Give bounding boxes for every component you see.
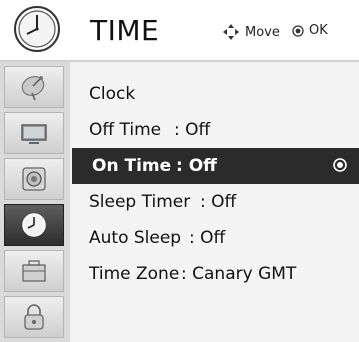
sidebar-item-channel[interactable] xyxy=(4,66,64,108)
menu-item-value: : Off xyxy=(189,228,226,248)
menu-item-label: Time Zone xyxy=(89,264,180,284)
menu-item-value: : Off xyxy=(200,192,237,212)
sidebar-item-lock[interactable] xyxy=(4,296,64,338)
osd-menu: TIME Move OK Clock Off Time: Off On Tim… xyxy=(0,0,359,342)
ok-hint-label: OK xyxy=(309,23,328,38)
menu-item-label: On Time xyxy=(92,156,172,176)
navigation-arrows-icon xyxy=(223,24,239,40)
clock-icon xyxy=(14,6,60,52)
menu-item-label: Clock xyxy=(89,84,136,104)
select-indicator-icon xyxy=(333,158,347,172)
sidebar-item-option[interactable] xyxy=(4,250,64,292)
menu-item-label: Sleep Timer xyxy=(89,192,191,212)
page-title: TIME xyxy=(90,14,160,47)
ok-hint: OK xyxy=(292,23,328,38)
toolbox-icon xyxy=(22,260,46,282)
lock-icon xyxy=(24,304,44,330)
menu-item-label: Auto Sleep xyxy=(89,228,182,248)
ok-button-icon xyxy=(292,24,304,37)
menu-item-label: Off Time xyxy=(89,120,162,140)
sidebar-item-audio[interactable] xyxy=(4,158,64,200)
menu-item-sleep-timer[interactable]: Sleep Timer : Off xyxy=(72,184,359,220)
menu-item-on-time[interactable]: On Time : Off xyxy=(72,148,359,184)
move-hint-label: Move xyxy=(245,24,280,40)
menu-item-value: : Off xyxy=(176,156,217,176)
menu-item-value: : Off xyxy=(174,120,211,140)
sidebar-item-picture[interactable] xyxy=(4,112,64,154)
satellite-dish-icon xyxy=(21,76,45,101)
monitor-icon xyxy=(21,124,47,144)
sidebar-item-time[interactable] xyxy=(4,204,64,246)
menu-item-auto-sleep[interactable]: Auto Sleep : Off xyxy=(72,220,359,256)
header: TIME Move OK xyxy=(0,0,359,60)
move-hint: Move xyxy=(222,23,280,41)
speaker-icon xyxy=(22,167,46,191)
menu-item-value: : Canary GMT xyxy=(181,264,297,284)
clock-icon xyxy=(22,213,46,237)
menu-list: Clock Off Time : Off On Time : Off Sleep… xyxy=(72,62,359,342)
menu-item-off-time[interactable]: Off Time : Off xyxy=(72,112,359,148)
menu-item-clock[interactable]: Clock xyxy=(72,76,359,112)
sidebar xyxy=(0,62,70,342)
menu-item-time-zone[interactable]: Time Zone : Canary GMT xyxy=(72,256,359,292)
